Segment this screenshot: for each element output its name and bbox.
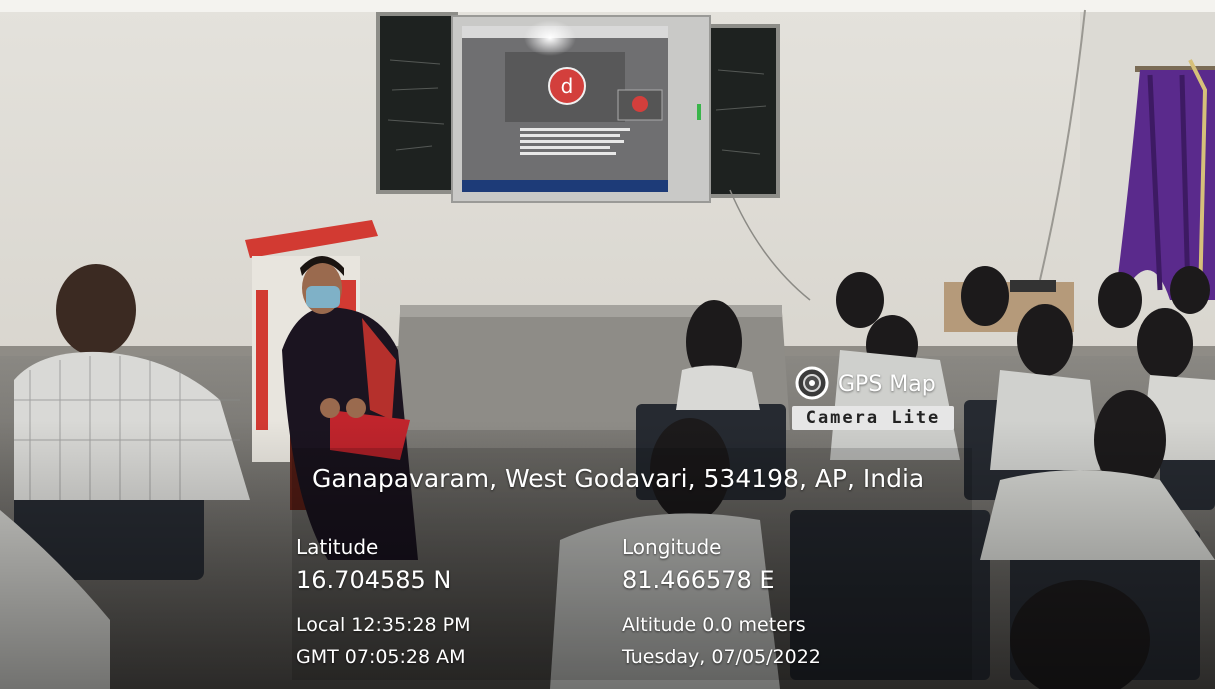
latitude-label: Latitude (296, 535, 379, 559)
altitude: Altitude 0.0 meters (622, 614, 806, 636)
gps-map-camera-logo: GPS Map Camera Lite (792, 366, 962, 436)
svg-text:d: d (561, 74, 574, 98)
longitude-label: Longitude (622, 535, 722, 559)
right-blackboard (704, 24, 780, 198)
logo-subtitle-box: Camera Lite (792, 406, 954, 430)
classroom-photo: d (0, 0, 1215, 689)
logo-subtitle: Camera Lite (805, 408, 941, 428)
address: Ganapavaram, West Godavari, 534198, AP, … (312, 464, 925, 493)
local-time: Local 12:35:28 PM (296, 614, 471, 636)
longitude-value: 81.466578 E (622, 566, 775, 594)
date: Tuesday, 07/05/2022 (622, 646, 821, 668)
latitude-value: 16.704585 N (296, 566, 452, 594)
logo-title: GPS Map (838, 372, 936, 397)
left-blackboard (376, 12, 458, 194)
gmt-time: GMT 07:05:28 AM (296, 646, 466, 668)
